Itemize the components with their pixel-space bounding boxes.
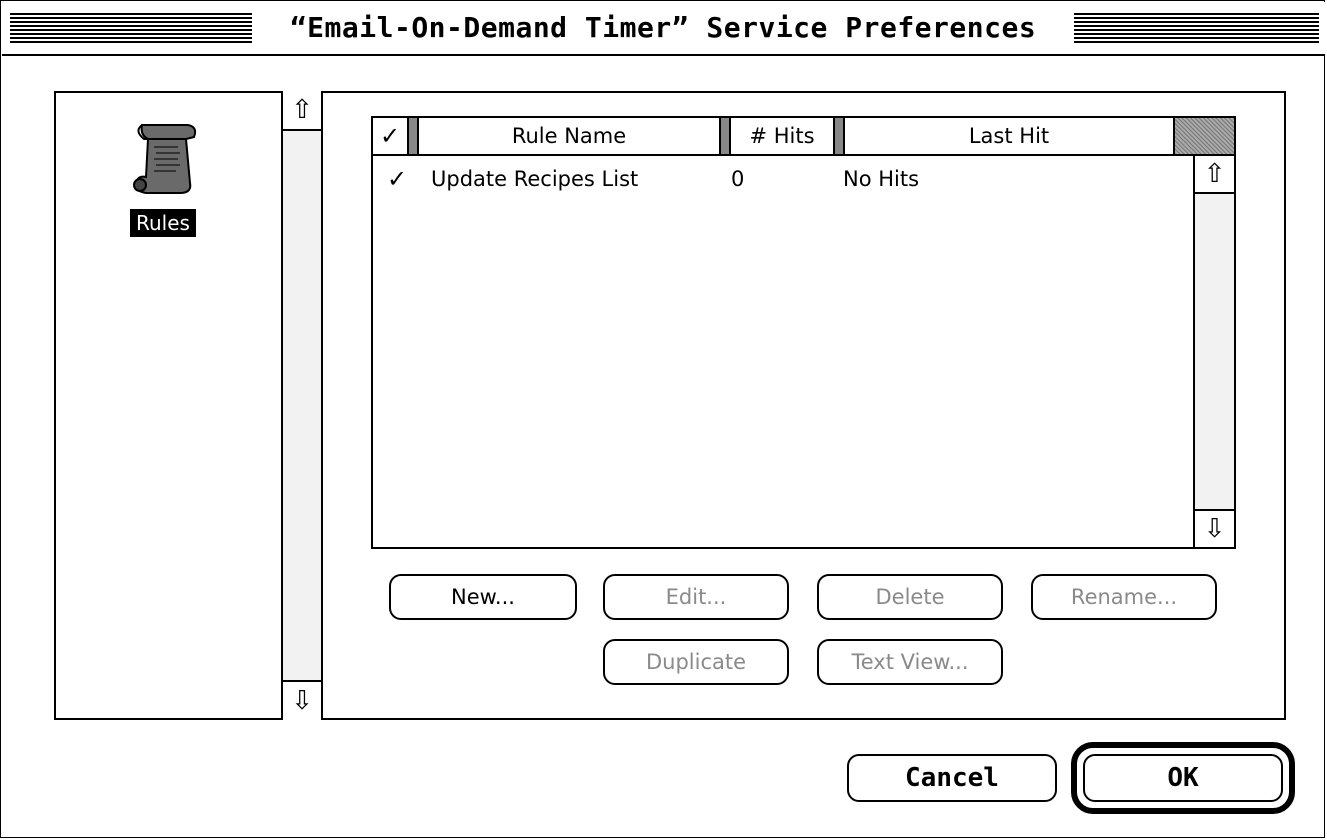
rule-last-hit-cell: No Hits <box>843 167 920 191</box>
title-bar[interactable]: “Email-On-Demand Timer” Service Preferen… <box>2 2 1325 56</box>
table-header: ✓ Rule Name # Hits Last Hit <box>373 118 1234 156</box>
rule-hits-cell: 0 <box>731 167 745 191</box>
table-body: ✓ Update Recipes List 0 No Hits <box>373 156 1193 547</box>
column-divider[interactable] <box>409 118 419 154</box>
rules-table: ✓ Rule Name # Hits Last Hit ✓ Update Rec… <box>371 116 1236 549</box>
duplicate-rule-button[interactable]: Duplicate <box>603 639 789 685</box>
ok-button[interactable]: OK <box>1083 754 1283 802</box>
column-header-rule-name[interactable]: Rule Name <box>419 118 721 154</box>
column-header-last-hit[interactable]: Last Hit <box>845 118 1175 154</box>
rename-rule-button[interactable]: Rename... <box>1031 574 1217 620</box>
new-rule-button[interactable]: New... <box>389 574 577 620</box>
table-scrollbar[interactable]: ⇧ ⇩ <box>1193 156 1234 547</box>
edit-rule-button[interactable]: Edit... <box>603 574 789 620</box>
rule-name-cell: Update Recipes List <box>431 167 639 191</box>
scroll-up-arrow-icon[interactable]: ⇧ <box>1195 156 1234 194</box>
window-title: “Email-On-Demand Timer” Service Preferen… <box>252 8 1074 48</box>
scroll-down-arrow-icon[interactable]: ⇩ <box>283 680 321 720</box>
title-bar-stripes-right <box>1074 13 1319 43</box>
preferences-window: “Email-On-Demand Timer” Service Preferen… <box>0 0 1325 838</box>
category-label: Rules <box>130 209 196 237</box>
delete-rule-button[interactable]: Delete <box>817 574 1003 620</box>
column-header-hits[interactable]: # Hits <box>731 118 835 154</box>
column-header-enabled[interactable]: ✓ <box>373 118 409 154</box>
category-scrollbar[interactable]: ⇧ ⇩ <box>281 91 323 720</box>
title-bar-stripes-left <box>10 13 252 43</box>
text-view-button[interactable]: Text View... <box>817 639 1003 685</box>
column-divider[interactable] <box>721 118 731 154</box>
table-row[interactable]: ✓ Update Recipes List 0 No Hits <box>373 162 1193 196</box>
scroll-down-arrow-icon[interactable]: ⇩ <box>1195 509 1234 547</box>
rule-enabled-checkmark[interactable]: ✓ <box>387 162 407 196</box>
scroll-up-arrow-icon[interactable]: ⇧ <box>283 91 321 131</box>
header-corner <box>1175 118 1234 154</box>
column-divider[interactable] <box>835 118 845 154</box>
cancel-button[interactable]: Cancel <box>847 754 1057 802</box>
scroll-icon <box>133 124 197 194</box>
